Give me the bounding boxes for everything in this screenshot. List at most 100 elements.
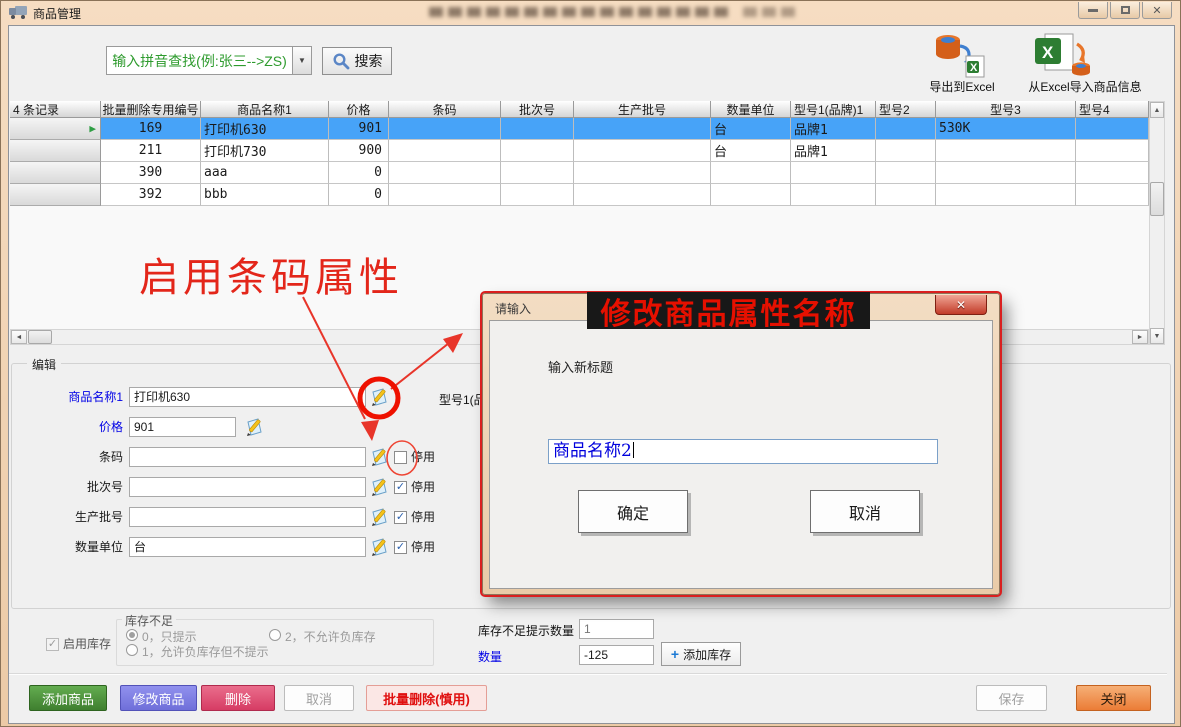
cell-model1[interactable] [791, 162, 876, 184]
column-header[interactable]: 生产批号 [574, 101, 711, 118]
dialog-close-icon[interactable]: ✕ [935, 295, 987, 315]
search-button[interactable]: 搜索 [322, 47, 392, 75]
cell-price[interactable]: 0 [329, 184, 389, 206]
unit-input[interactable]: 台 [129, 537, 366, 557]
cell-barcode[interactable] [389, 118, 501, 140]
barcode-input[interactable] [129, 447, 366, 467]
column-header[interactable]: 商品名称1 [201, 101, 329, 118]
vertical-scrollbar[interactable]: ▲ ▼ [1149, 101, 1165, 345]
chevron-down-icon[interactable]: ▼ [292, 47, 311, 74]
column-header[interactable]: 数量单位 [711, 101, 791, 118]
batch-delete-button[interactable]: 批量删除(慎用) [366, 685, 487, 711]
edit-attribute-icon[interactable] [244, 416, 266, 438]
column-header[interactable]: 批次号 [501, 101, 574, 118]
column-header[interactable]: 型号1(品牌)1 [791, 101, 876, 118]
scroll-down-icon[interactable]: ▼ [1150, 328, 1164, 344]
column-header[interactable]: 型号2 [876, 101, 936, 118]
cell-model4[interactable] [1076, 140, 1149, 162]
radio-no-negative[interactable] [269, 629, 281, 641]
export-to-excel-label[interactable]: 导出到Excel [919, 78, 1005, 93]
barcode-disable-checkbox[interactable] [394, 451, 407, 464]
export-to-excel-icon[interactable]: X [934, 32, 990, 78]
cell-id[interactable]: 392 [101, 184, 201, 206]
cell-model4[interactable] [1076, 162, 1149, 184]
edit-attribute-icon[interactable] [369, 476, 391, 498]
cell-barcode[interactable] [389, 140, 501, 162]
warn-qty-input[interactable]: 1 [579, 619, 654, 639]
batch-disable-checkbox[interactable] [394, 481, 407, 494]
titlebar[interactable]: 商品管理 ✕ [1, 1, 1180, 23]
cell-barcode[interactable] [389, 162, 501, 184]
column-header[interactable]: 批量删除专用编号 [101, 101, 201, 118]
edit-attribute-icon[interactable] [369, 446, 391, 468]
cancel-button[interactable]: 取消 [284, 685, 354, 711]
batch-input[interactable] [129, 477, 366, 497]
cell-name[interactable]: 打印机630 [201, 118, 329, 140]
cell-prod-batch[interactable] [574, 162, 711, 184]
add-stock-button[interactable]: + 添加库存 [661, 642, 741, 666]
column-header[interactable]: 价格 [329, 101, 389, 118]
cell-price[interactable]: 0 [329, 162, 389, 184]
cell-batch[interactable] [501, 140, 574, 162]
new-title-input[interactable]: 商品名称2 [548, 439, 938, 464]
cell-name[interactable]: bbb [201, 184, 329, 206]
cell-model2[interactable] [876, 162, 936, 184]
price-input[interactable]: 901 [129, 417, 236, 437]
cell-prod-batch[interactable] [574, 140, 711, 162]
column-header[interactable]: 型号4 [1076, 101, 1149, 118]
cell-unit[interactable] [711, 162, 791, 184]
cell-unit[interactable]: 台 [711, 118, 791, 140]
scroll-left-icon[interactable]: ◄ [11, 330, 27, 344]
unit-disable-checkbox[interactable] [394, 541, 407, 554]
scroll-right-icon[interactable]: ► [1132, 330, 1148, 344]
dialog-cancel-button[interactable]: 取消 [810, 490, 920, 533]
edit-attribute-icon[interactable] [369, 506, 391, 528]
cell-model4[interactable] [1076, 118, 1149, 140]
edit-attribute-icon[interactable] [369, 536, 391, 558]
cell-price[interactable]: 900 [329, 140, 389, 162]
cell-model2[interactable] [876, 140, 936, 162]
cell-model3[interactable] [936, 140, 1076, 162]
cell-barcode[interactable] [389, 184, 501, 206]
minimize-button[interactable] [1078, 2, 1108, 19]
column-header[interactable]: 型号3 [936, 101, 1076, 118]
save-button[interactable]: 保存 [976, 685, 1047, 711]
column-header[interactable]: 条码 [389, 101, 501, 118]
table-row[interactable]: 392 bbb 0 [10, 184, 1149, 206]
cell-name[interactable]: aaa [201, 162, 329, 184]
cell-batch[interactable] [501, 118, 574, 140]
cell-model3[interactable] [936, 184, 1076, 206]
dialog-ok-button[interactable]: 确定 [578, 490, 688, 533]
table-row[interactable]: 390 aaa 0 [10, 162, 1149, 184]
cell-model3[interactable] [936, 162, 1076, 184]
qty-input[interactable]: -125 [579, 645, 654, 665]
table-row[interactable]: 211 打印机730 900 台 品牌1 [10, 140, 1149, 162]
cell-model1[interactable]: 品牌1 [791, 118, 876, 140]
import-from-excel-label[interactable]: 从Excel导入商品信息 [997, 78, 1173, 93]
radio-allow-negative[interactable] [126, 644, 138, 656]
vscroll-thumb[interactable] [1150, 182, 1164, 216]
cell-name[interactable]: 打印机730 [201, 140, 329, 162]
enable-stock-checkbox[interactable] [46, 638, 59, 651]
edit-attribute-icon[interactable] [369, 386, 391, 408]
maximize-button[interactable] [1110, 2, 1140, 19]
cell-batch[interactable] [501, 184, 574, 206]
cell-prod-batch[interactable] [574, 118, 711, 140]
cell-id[interactable]: 169 [101, 118, 201, 140]
cell-unit[interactable]: 台 [711, 140, 791, 162]
cell-model2[interactable] [876, 184, 936, 206]
close-window-button[interactable]: ✕ [1142, 2, 1172, 19]
import-from-excel-icon[interactable]: X [1029, 32, 1095, 78]
scroll-up-icon[interactable]: ▲ [1150, 102, 1164, 118]
radio-prompt-only[interactable] [126, 629, 138, 641]
table-row[interactable]: ▶ 169 打印机630 901 台 品牌1 530K [10, 118, 1149, 140]
cell-prod-batch[interactable] [574, 184, 711, 206]
modify-product-button[interactable]: 修改商品 [120, 685, 197, 711]
cell-batch[interactable] [501, 162, 574, 184]
cell-model4[interactable] [1076, 184, 1149, 206]
delete-button[interactable]: 删除 [201, 685, 275, 711]
cell-id[interactable]: 390 [101, 162, 201, 184]
search-combo-text[interactable]: 输入拼音查找(例:张三-->ZS) [107, 47, 292, 74]
prod-batch-disable-checkbox[interactable] [394, 511, 407, 524]
hscroll-thumb[interactable] [28, 330, 52, 344]
